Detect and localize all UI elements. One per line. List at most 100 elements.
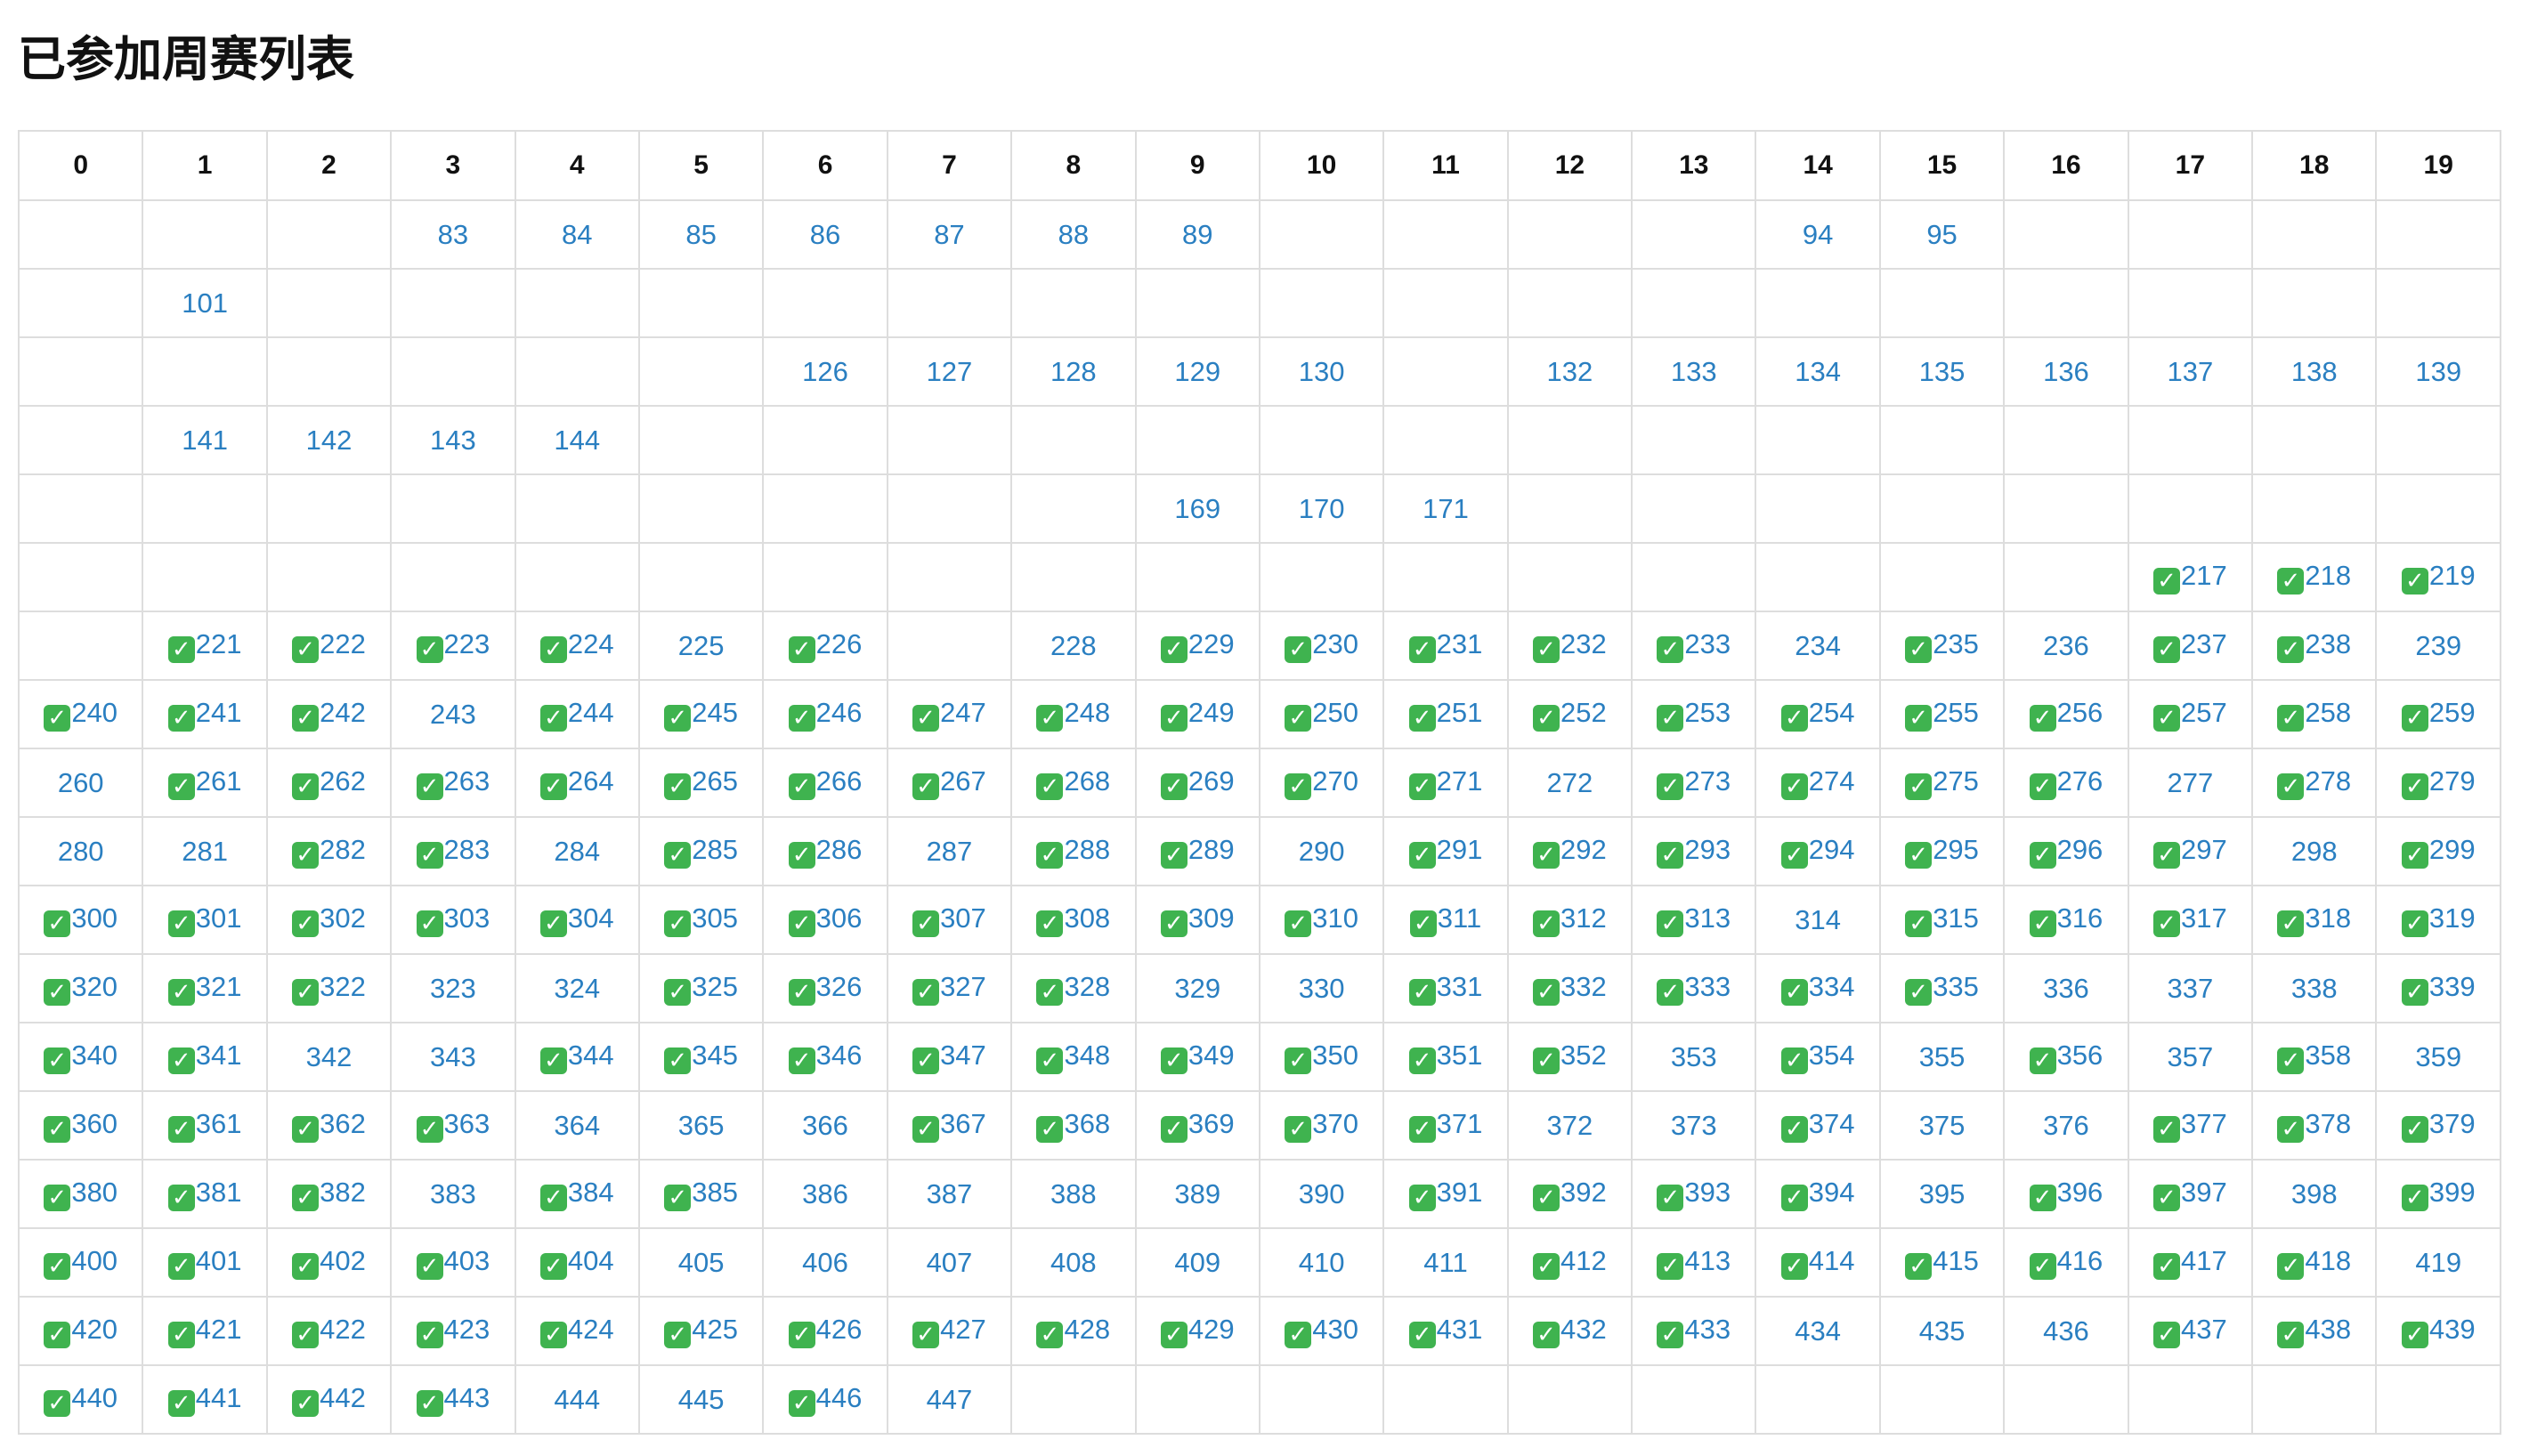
contest-link[interactable]: 284	[554, 836, 600, 867]
contest-link[interactable]: 280	[58, 836, 104, 867]
contest-link[interactable]: 141	[182, 425, 228, 456]
contest-link[interactable]: ✓ 367	[912, 1108, 986, 1143]
contest-link[interactable]: ✓ 230	[1285, 628, 1358, 663]
contest-link[interactable]: ✓ 345	[664, 1039, 738, 1074]
contest-link[interactable]: ✓ 361	[167, 1108, 241, 1143]
contest-link[interactable]: ✓ 401	[167, 1245, 241, 1280]
contest-link[interactable]: 375	[1919, 1110, 1966, 1141]
contest-link[interactable]: ✓ 263	[416, 765, 490, 800]
contest-link[interactable]: 435	[1919, 1315, 1966, 1347]
contest-link[interactable]: 323	[430, 973, 476, 1004]
contest-link[interactable]: ✓ 240	[44, 697, 118, 732]
contest-link[interactable]: ✓ 335	[1905, 971, 1979, 1006]
contest-link[interactable]: ✓ 415	[1905, 1245, 1979, 1280]
contest-link[interactable]: 277	[2167, 767, 2213, 798]
contest-link[interactable]: ✓ 305	[664, 902, 738, 937]
contest-link[interactable]: 329	[1174, 973, 1220, 1004]
contest-link[interactable]: ✓ 374	[1780, 1108, 1855, 1143]
contest-link[interactable]: ✓ 268	[1036, 765, 1110, 800]
contest-link[interactable]: ✓ 313	[1657, 902, 1731, 937]
contest-link[interactable]: 447	[927, 1384, 973, 1415]
contest-link[interactable]: ✓ 264	[539, 765, 614, 800]
contest-link[interactable]: ✓ 278	[2277, 765, 2351, 800]
contest-link[interactable]: ✓ 340	[44, 1039, 118, 1074]
contest-link[interactable]: ✓ 369	[1160, 1108, 1235, 1143]
contest-link[interactable]: ✓ 394	[1780, 1177, 1855, 1211]
contest-link[interactable]: ✓ 368	[1036, 1108, 1110, 1143]
contest-link[interactable]: ✓ 270	[1285, 765, 1358, 800]
contest-link[interactable]: ✓ 241	[167, 697, 241, 732]
contest-link[interactable]: ✓ 442	[292, 1382, 366, 1417]
contest-link[interactable]: 395	[1919, 1178, 1966, 1209]
contest-link[interactable]: ✓ 427	[912, 1314, 986, 1348]
contest-link[interactable]: ✓ 217	[2152, 560, 2227, 595]
contest-link[interactable]: ✓ 430	[1285, 1314, 1358, 1348]
contest-link[interactable]: ✓ 348	[1036, 1039, 1110, 1074]
contest-link[interactable]: ✓ 223	[416, 628, 490, 663]
contest-link[interactable]: ✓ 232	[1533, 628, 1607, 663]
contest-link[interactable]: ✓ 432	[1533, 1314, 1607, 1348]
contest-link[interactable]: ✓ 441	[167, 1382, 241, 1417]
contest-link[interactable]: ✓ 429	[1160, 1314, 1235, 1348]
contest-link[interactable]: 398	[2291, 1178, 2338, 1209]
contest-link[interactable]: ✓ 276	[2029, 765, 2103, 800]
contest-link[interactable]: 143	[430, 425, 476, 456]
contest-link[interactable]: ✓ 219	[2401, 560, 2476, 595]
contest-link[interactable]: ✓ 420	[44, 1314, 118, 1348]
contest-link[interactable]: 133	[1671, 356, 1717, 387]
contest-link[interactable]: ✓ 252	[1533, 697, 1607, 732]
contest-link[interactable]: ✓ 299	[2401, 834, 2476, 869]
contest-link[interactable]: ✓ 349	[1160, 1039, 1235, 1074]
contest-link[interactable]: ✓ 416	[2029, 1245, 2103, 1280]
contest-link[interactable]: ✓ 247	[912, 697, 986, 732]
contest-link[interactable]: 134	[1795, 356, 1841, 387]
contest-link[interactable]: 144	[554, 425, 600, 456]
contest-link[interactable]: ✓ 443	[416, 1382, 490, 1417]
contest-link[interactable]: ✓ 403	[416, 1245, 490, 1280]
contest-link[interactable]: 411	[1423, 1247, 1467, 1278]
contest-link[interactable]: ✓ 423	[416, 1314, 490, 1348]
contest-link[interactable]: ✓ 300	[44, 902, 118, 937]
contest-link[interactable]: ✓ 302	[292, 902, 366, 937]
contest-link[interactable]: ✓ 267	[912, 765, 986, 800]
contest-link[interactable]: 406	[802, 1247, 848, 1278]
contest-link[interactable]: ✓ 440	[44, 1382, 118, 1417]
contest-link[interactable]: ✓ 402	[292, 1245, 366, 1280]
contest-link[interactable]: ✓ 256	[2029, 697, 2103, 732]
contest-link[interactable]: 389	[1174, 1178, 1220, 1209]
contest-link[interactable]: 171	[1423, 493, 1469, 524]
contest-link[interactable]: ✓ 326	[788, 971, 862, 1006]
contest-link[interactable]: 373	[1671, 1110, 1717, 1141]
contest-link[interactable]: ✓ 350	[1285, 1039, 1358, 1074]
contest-link[interactable]: 342	[306, 1041, 353, 1072]
contest-link[interactable]: ✓ 224	[539, 628, 614, 663]
contest-link[interactable]: 419	[2415, 1247, 2461, 1278]
contest-link[interactable]: ✓ 258	[2277, 697, 2351, 732]
contest-link[interactable]: ✓ 433	[1657, 1314, 1731, 1348]
contest-link[interactable]: 236	[2043, 630, 2089, 661]
contest-link[interactable]: 170	[1299, 493, 1345, 524]
contest-link[interactable]: 136	[2043, 356, 2089, 387]
contest-link[interactable]: 359	[2415, 1041, 2461, 1072]
contest-link[interactable]: ✓ 317	[2152, 902, 2227, 937]
contest-link[interactable]: ✓ 328	[1036, 971, 1110, 1006]
contest-link[interactable]: 135	[1919, 356, 1966, 387]
contest-link[interactable]: ✓ 384	[539, 1177, 614, 1211]
contest-link[interactable]: ✓ 308	[1036, 902, 1110, 937]
contest-link[interactable]: 366	[802, 1110, 848, 1141]
contest-link[interactable]: ✓ 262	[292, 765, 366, 800]
contest-link[interactable]: ✓ 412	[1533, 1245, 1607, 1280]
contest-link[interactable]: ✓ 294	[1780, 834, 1855, 869]
contest-link[interactable]: 405	[678, 1247, 725, 1278]
contest-link[interactable]: ✓ 378	[2277, 1108, 2351, 1143]
contest-link[interactable]: ✓ 370	[1285, 1108, 1358, 1143]
contest-link[interactable]: ✓ 334	[1780, 971, 1855, 1006]
contest-link[interactable]: ✓ 253	[1657, 697, 1731, 732]
contest-link[interactable]: 376	[2043, 1110, 2089, 1141]
contest-link[interactable]: ✓ 248	[1036, 697, 1110, 732]
contest-link[interactable]: ✓ 438	[2277, 1314, 2351, 1348]
contest-link[interactable]: 142	[306, 425, 353, 456]
contest-link[interactable]: ✓ 295	[1905, 834, 1979, 869]
contest-link[interactable]: ✓ 426	[788, 1314, 862, 1348]
contest-link[interactable]: ✓ 315	[1905, 902, 1979, 937]
